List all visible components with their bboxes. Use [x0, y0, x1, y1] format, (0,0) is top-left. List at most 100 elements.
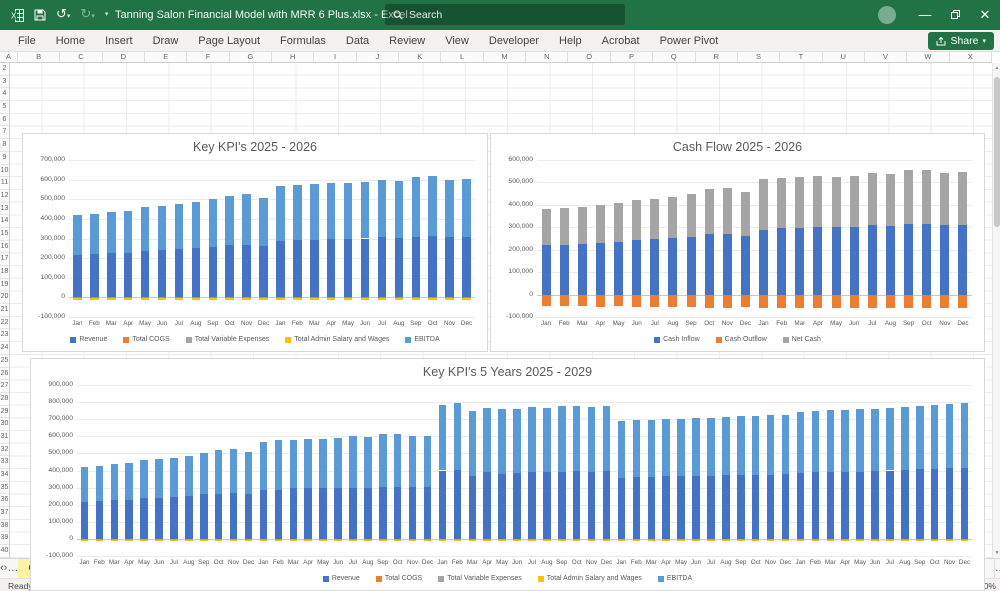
column-header[interactable]: N: [526, 52, 569, 62]
chart-cash-flow-2025-2026[interactable]: Cash Flow 2025 - 2026 600,000 500,000 400,0…: [490, 133, 985, 352]
ribbon-tab-review[interactable]: Review: [379, 30, 435, 52]
row-header[interactable]: 4: [0, 88, 9, 102]
row-header[interactable]: 30: [0, 418, 9, 431]
row-header[interactable]: 5: [0, 101, 9, 114]
row-header[interactable]: 3: [0, 76, 9, 89]
ribbon-tab-draw[interactable]: Draw: [143, 30, 189, 52]
row-header[interactable]: 19: [0, 279, 9, 292]
worksheet-grid[interactable]: 2 3 4 5 6 7 8 9 10 11 12 13 14 15 16 17 18 19 20 21 22 23 24 25…: [0, 63, 992, 591]
row-header[interactable]: 22: [0, 317, 9, 330]
save-icon[interactable]: [34, 9, 46, 21]
ribbon-tab-page-layout[interactable]: Page Layout: [188, 30, 270, 52]
redo-icon[interactable]: ↻▾: [80, 0, 94, 32]
column-header[interactable]: P: [611, 52, 654, 62]
minimize-button[interactable]: —: [910, 0, 940, 30]
row-header[interactable]: 25: [0, 355, 9, 368]
row-header[interactable]: 32: [0, 444, 9, 457]
column-header[interactable]: J: [357, 52, 400, 62]
row-header[interactable]: 11: [0, 177, 9, 190]
row-header[interactable]: 9: [0, 152, 9, 165]
column-header[interactable]: Q: [653, 52, 696, 62]
row-header[interactable]: 12: [0, 190, 9, 203]
column-header[interactable]: K: [399, 52, 442, 62]
row-header[interactable]: 18: [0, 266, 9, 279]
column-header[interactable]: F: [187, 52, 230, 62]
ribbon-tab-insert[interactable]: Insert: [95, 30, 143, 52]
ribbon-tab-data[interactable]: Data: [336, 30, 379, 52]
column-header[interactable]: X: [950, 52, 992, 62]
column-header[interactable]: B: [18, 52, 61, 62]
ribbon-tab-home[interactable]: Home: [46, 30, 95, 52]
chart-key-kpis-5-years-2025-2029[interactable]: Key KPI's 5 Years 2025 - 2029 900,000 800,…: [30, 358, 985, 591]
row-header[interactable]: 39: [0, 532, 9, 546]
column-header[interactable]: W: [907, 52, 950, 62]
row-header[interactable]: 21: [0, 304, 9, 317]
row-header[interactable]: 29: [0, 406, 9, 419]
ribbon-tab-view[interactable]: View: [435, 30, 479, 52]
account-avatar[interactable]: [878, 6, 896, 24]
row-header[interactable]: 36: [0, 494, 9, 508]
column-header[interactable]: D: [103, 52, 146, 62]
vertical-scrollbar-thumb[interactable]: [994, 77, 1000, 227]
row-header[interactable]: 2: [0, 63, 9, 76]
ribbon-tab-power-pivot[interactable]: Power Pivot: [650, 30, 729, 52]
tab-list-more-icon[interactable]: …: [7, 559, 18, 578]
row-header[interactable]: 20: [0, 291, 9, 305]
row-header[interactable]: 28: [0, 393, 9, 406]
row-header[interactable]: 15: [0, 228, 9, 241]
sheet-more-icon[interactable]: …: [995, 559, 1000, 578]
chart-key-kpis-2025-2026[interactable]: Key KPI's 2025 - 2026 700,000 600,000 500,0…: [22, 133, 488, 352]
row-header[interactable]: 27: [0, 380, 9, 393]
row-header[interactable]: 17: [0, 253, 9, 266]
column-header[interactable]: M: [484, 52, 527, 62]
row-header[interactable]: 33: [0, 456, 9, 469]
scroll-up-icon[interactable]: ▲: [993, 65, 1000, 71]
row-header[interactable]: 16: [0, 241, 9, 254]
restore-button[interactable]: [940, 0, 970, 30]
row-header[interactable]: 8: [0, 139, 9, 152]
row-header[interactable]: 7: [0, 126, 9, 140]
ribbon-tab-help[interactable]: Help: [549, 30, 592, 52]
column-header[interactable]: G: [230, 52, 273, 62]
column-header[interactable]: L: [441, 52, 484, 62]
bar-segment: [259, 490, 268, 539]
row-header[interactable]: 31: [0, 431, 9, 444]
excel-app-icon[interactable]: X: [10, 8, 24, 22]
ribbon-tab-acrobat[interactable]: Acrobat: [592, 30, 650, 52]
undo-icon[interactable]: ↺▾: [56, 0, 70, 32]
customize-toolbar-icon[interactable]: ▾: [105, 0, 109, 30]
column-header[interactable]: S: [738, 52, 781, 62]
row-header[interactable]: 10: [0, 165, 9, 178]
row-header[interactable]: 23: [0, 329, 9, 343]
search-input[interactable]: Search: [385, 4, 625, 25]
close-button[interactable]: ✕: [970, 0, 1000, 30]
row-header[interactable]: 40: [0, 545, 9, 558]
ribbon-tab-formulas[interactable]: Formulas: [270, 30, 336, 52]
column-header[interactable]: U: [823, 52, 865, 62]
scroll-down-icon[interactable]: ▼: [993, 550, 1000, 556]
row-header[interactable]: 37: [0, 507, 9, 520]
ribbon-tab-file[interactable]: File: [8, 30, 46, 52]
column-header[interactable]: O: [568, 52, 611, 62]
chart-gridline: [77, 436, 972, 438]
row-header[interactable]: 13: [0, 203, 9, 216]
column-header[interactable]: A: [0, 52, 18, 62]
row-header[interactable]: 38: [0, 520, 9, 533]
column-header[interactable]: V: [865, 52, 908, 62]
row-header[interactable]: 6: [0, 114, 9, 127]
ribbon-tab-developer[interactable]: Developer: [479, 30, 549, 52]
column-header[interactable]: E: [145, 52, 188, 62]
row-header[interactable]: 24: [0, 342, 9, 355]
column-header[interactable]: R: [696, 52, 738, 62]
column-header[interactable]: I: [314, 52, 357, 62]
row-header[interactable]: 35: [0, 482, 9, 495]
vertical-scrollbar[interactable]: ▲ ▼: [992, 63, 1000, 558]
column-header[interactable]: H: [272, 52, 315, 62]
x-axis-label: Jan: [72, 320, 83, 327]
row-header[interactable]: 34: [0, 469, 9, 482]
row-header[interactable]: 14: [0, 215, 9, 228]
column-header[interactable]: C: [60, 52, 103, 62]
share-button[interactable]: Share ▾: [928, 32, 994, 50]
row-header[interactable]: 26: [0, 368, 9, 381]
column-header[interactable]: T: [780, 52, 823, 62]
